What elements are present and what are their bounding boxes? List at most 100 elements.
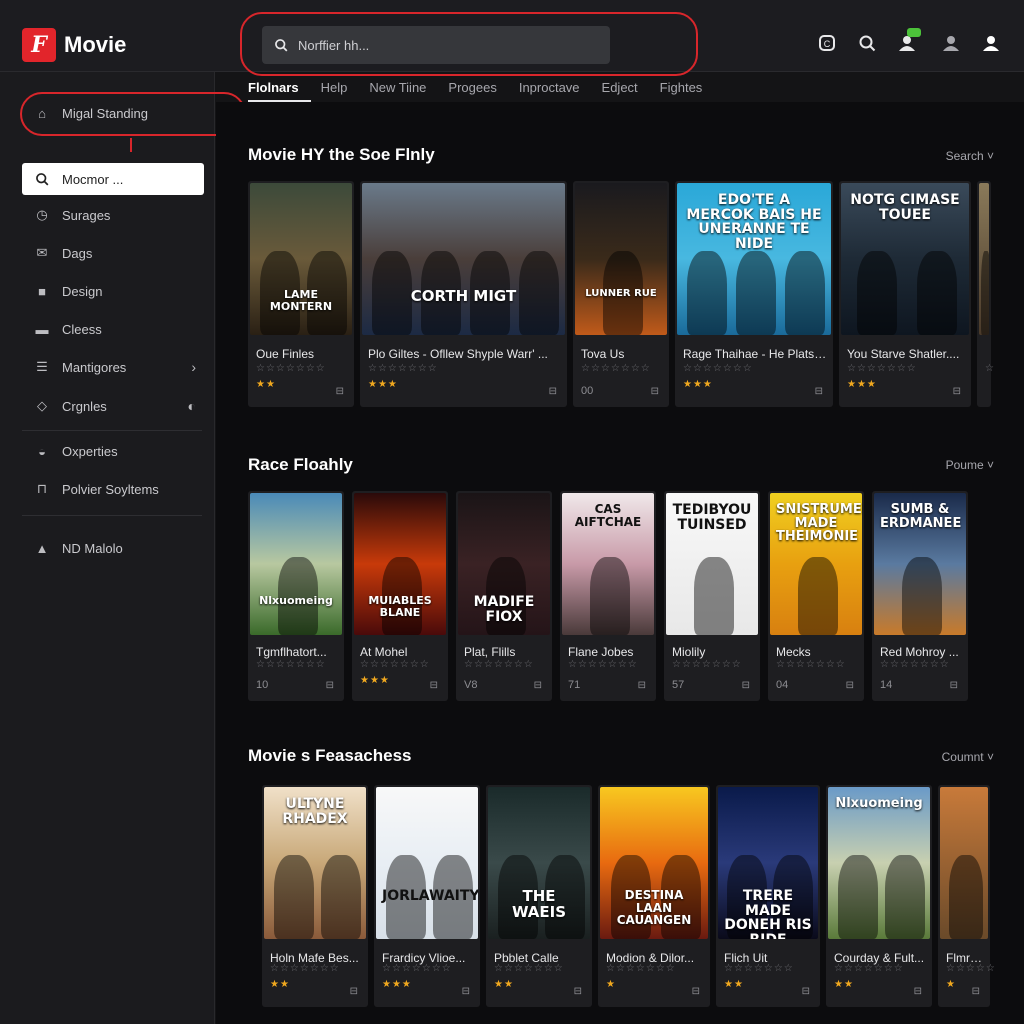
movie-poster[interactable]: TEDIBYOU TUINSED (666, 493, 758, 635)
movie-poster[interactable]: JORLAWAITY (376, 787, 478, 939)
movie-card[interactable]: THE WAEIS Pbblet Calle ☆☆☆☆☆☆☆ ★★ ⊟ (486, 785, 592, 1007)
movie-card[interactable]: DESTINA LAAN CAUANGEN Modion & Dilor... ☆☆… (598, 785, 710, 1007)
movie-poster[interactable]: MADIFE FIOX (458, 493, 550, 635)
add-to-list-icon[interactable]: ⊟ (846, 680, 854, 691)
sidebar-item-crgnles[interactable]: ◇ Crgnles ◐ (22, 390, 204, 422)
friends-icon[interactable] (898, 28, 921, 52)
search-input[interactable] (298, 37, 588, 53)
movie-card[interactable]: Flmre S☆☆☆☆☆☆☆★⊟ (938, 785, 994, 1007)
add-to-list-icon[interactable]: ⊟ (972, 986, 980, 997)
movie-title[interactable]: Tgmflhatort... (256, 645, 338, 659)
section-sort-dropdown[interactable]: Coumnt ˅ (942, 750, 994, 764)
movie-poster[interactable]: CORTH MIGT (362, 183, 565, 335)
tab-new-tiine[interactable]: New Tiine (369, 78, 438, 102)
add-to-list-icon[interactable]: ⊟ (430, 680, 438, 691)
add-to-list-icon[interactable]: ⊟ (802, 986, 810, 997)
add-to-list-icon[interactable]: ⊟ (549, 386, 557, 397)
sidebar-item-design[interactable]: ■ Design (22, 275, 204, 307)
tab-progees[interactable]: Progees (448, 78, 508, 102)
movie-card[interactable]: TRERE MADE DONEH RIS RIDEFlich Uit☆☆☆☆☆☆… (716, 785, 820, 1007)
add-to-list-icon[interactable]: ⊟ (950, 680, 958, 691)
movie-card[interactable]: NOTG CIMASE TOUEE You Starve Shatler.... ☆… (839, 181, 971, 407)
movie-card[interactable]: SNISTRUME MADE THEIMONIE Mecks ☆☆☆☆☆☆☆ 04 ⊟ (768, 491, 864, 701)
movie-title[interactable]: Plat, Flills (464, 645, 546, 659)
search-box[interactable] (262, 26, 610, 64)
add-to-list-icon[interactable]: ⊟ (336, 386, 344, 397)
section-sort-dropdown[interactable]: Poume ˅ (946, 458, 994, 472)
movie-card[interactable]: EDO'TE A MERCOK BAIS HE UNERANNE TE NIDE… (675, 181, 833, 407)
add-to-list-icon[interactable]: ⊟ (574, 986, 582, 997)
sidebar-item-mantigores[interactable]: ☰ Mantigores › (22, 351, 204, 383)
movie-poster[interactable]: LUNNER RUE (575, 183, 667, 335)
search-icon[interactable] (858, 34, 876, 52)
movie-card[interactable]: LUNNER RUE Tova Us ☆☆☆☆☆☆☆ 00 ⊟ (573, 181, 669, 407)
tab-edject[interactable]: Edject (602, 78, 650, 102)
sidebar-item-dags[interactable]: ✉ Dags (22, 237, 204, 269)
sidebar-item-nd-malolo[interactable]: ▲ ND Malolo (22, 532, 204, 564)
tab-inproctave[interactable]: Inproctave (519, 78, 592, 102)
tab-flolnars[interactable]: Flolnars (248, 78, 311, 102)
tab-fightes[interactable]: Fightes (660, 78, 715, 102)
movie-poster[interactable]: MUIABLES BLANE (354, 493, 446, 635)
add-to-list-icon[interactable]: ⊟ (350, 986, 358, 997)
movie-card[interactable]: Nlxuomeing Courday & Fult... ☆☆☆☆☆☆☆ ★★ ⊟ (826, 785, 932, 1007)
add-to-list-icon[interactable]: ⊟ (638, 680, 646, 691)
add-to-list-icon[interactable]: ⊟ (692, 986, 700, 997)
movie-poster[interactable]: TRERE MADE DONEH RIS RIDE (718, 787, 818, 939)
movie-poster[interactable]: SNISTRUME MADE THEIMONIE (770, 493, 862, 635)
movie-card[interactable]: CAS AIFTCHAE Flane Jobes ☆☆☆☆☆☆☆ 71 ⊟ (560, 491, 656, 701)
movie-poster[interactable]: DESTINA LAAN CAUANGEN (600, 787, 708, 939)
add-to-list-icon[interactable]: ⊟ (462, 986, 470, 997)
movie-title[interactable]: At Mohel (360, 645, 442, 659)
movie-card[interactable]: CORTH MIGT Plo Giltes - Ofllew Shyple War… (360, 181, 567, 407)
movie-card[interactable]: F☆☆☆☆☆☆☆ (977, 181, 994, 407)
movie-card[interactable]: MADIFE FIOX Plat, Flills ☆☆☆☆☆☆☆ V8 ⊟ (456, 491, 552, 701)
add-to-list-icon[interactable]: ⊟ (953, 386, 961, 397)
movie-poster[interactable] (979, 183, 989, 335)
add-to-list-icon[interactable]: ⊟ (742, 680, 750, 691)
tab-help[interactable]: Help (321, 78, 360, 102)
movie-title[interactable]: Miolily (672, 645, 754, 659)
movie-poster[interactable] (940, 787, 988, 939)
sidebar-item-mocmor[interactable]: Mocmor ... (22, 163, 204, 195)
sidebar-item-polvier-soyltems[interactable]: ⊓ Polvier Soyltems (22, 473, 204, 505)
sidebar-item-oxperties[interactable]: ◒ Oxperties (22, 435, 204, 467)
movie-poster[interactable]: EDO'TE A MERCOK BAIS HE UNERANNE TE NIDE (677, 183, 831, 335)
app-logo[interactable]: F Movie (22, 28, 126, 62)
movie-card[interactable]: JORLAWAITY Frardicy Vlioe... ☆☆☆☆☆☆☆ ★★★ ⊟ (374, 785, 480, 1007)
movie-title[interactable]: Red Mohroy ... (880, 645, 962, 659)
account-icon[interactable] (982, 34, 1000, 52)
movie-title[interactable]: You Starve Shatler.... (847, 347, 965, 361)
movie-card[interactable]: TEDIBYOU TUINSED Miolily ☆☆☆☆☆☆☆ 57 ⊟ (664, 491, 760, 701)
movie-poster[interactable]: ULTYNE RHADEX (264, 787, 366, 939)
add-to-list-icon[interactable]: ⊟ (815, 386, 823, 397)
sidebar-item-surages[interactable]: ◷ Surages (22, 199, 204, 231)
movie-title[interactable]: Rage Thaihae - He Plats ... (683, 347, 827, 361)
sidebar-item-migal-standing[interactable]: ⌂ Migal Standing (22, 97, 204, 129)
movie-card[interactable]: LAME MONTERN Oue Finles ☆☆☆☆☆☆☆ ★★ ⊟ (248, 181, 354, 407)
movie-card[interactable]: Nlxuomeing Tgmflhatort... ☆☆☆☆☆☆☆ 10 ⊟ (248, 491, 344, 701)
movie-poster[interactable]: THE WAEIS (488, 787, 590, 939)
movie-title[interactable]: Mecks (776, 645, 858, 659)
movie-card[interactable]: SUMB & ERDMANEE Red Mohroy ... ☆☆☆☆☆☆☆ 14 ⊟ (872, 491, 968, 701)
section-sort-dropdown[interactable]: Search ˅ (946, 149, 994, 163)
add-to-list-icon[interactable]: ⊟ (651, 386, 659, 397)
add-to-list-icon[interactable]: ⊟ (914, 986, 922, 997)
movie-poster[interactable]: NOTG CIMASE TOUEE (841, 183, 969, 335)
movie-card[interactable]: ULTYNE RHADEX Holn Mafe Bes... ☆☆☆☆☆☆☆ ★★ ⊟ (262, 785, 368, 1007)
movie-title[interactable]: Oue Finles (256, 347, 348, 361)
movie-card[interactable]: MUIABLES BLANE At Mohel ☆☆☆☆☆☆☆ ★★★ ⊟ (352, 491, 448, 701)
movie-title[interactable]: Flane Jobes (568, 645, 650, 659)
add-to-list-icon[interactable]: ⊟ (534, 680, 542, 691)
movie-poster[interactable]: Nlxuomeing (250, 493, 342, 635)
sidebar-item-cleess[interactable]: ▬ Cleess (22, 313, 204, 345)
refresh-icon[interactable]: C (818, 34, 836, 52)
movie-poster[interactable]: SUMB & ERDMANEE (874, 493, 966, 635)
add-to-list-icon[interactable]: ⊟ (326, 680, 334, 691)
user-icon[interactable] (942, 34, 960, 52)
movie-poster[interactable]: LAME MONTERN (250, 183, 352, 335)
movie-title[interactable]: Plo Giltes - Ofllew Shyple Warr' ... (368, 347, 561, 361)
movie-poster[interactable]: CAS AIFTCHAE (562, 493, 654, 635)
movie-title[interactable]: Tova Us (581, 347, 663, 361)
movie-poster[interactable]: Nlxuomeing (828, 787, 930, 939)
